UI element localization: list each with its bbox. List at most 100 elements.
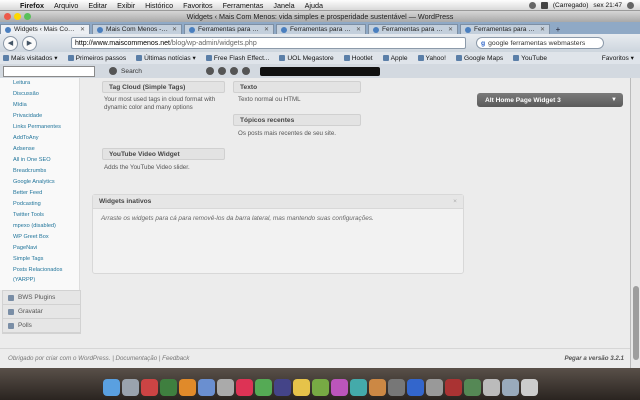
tab-mais-com-menos[interactable]: Mais Com Menos - Vid... ✕ [92, 24, 182, 34]
footer-credits[interactable]: Obrigado por criar com o WordPress. | Do… [8, 355, 189, 362]
tab-close-icon[interactable]: ✕ [448, 26, 453, 33]
url-bar[interactable]: http://www.maiscommenos.net/blog/wp-admi… [71, 37, 466, 49]
itunes-icon[interactable] [330, 378, 348, 396]
menu-simple-tags[interactable]: Simple Tags [13, 256, 43, 262]
dashboard-icon[interactable] [121, 378, 139, 396]
clock[interactable]: sex 21:47 [593, 2, 622, 9]
menu-historico[interactable]: Histórico [140, 1, 178, 10]
page-scrollbar[interactable] [630, 78, 640, 368]
bookmark-ultimas-noticias[interactable]: Últimas notícias ▾ [136, 54, 196, 62]
menu-yarpp[interactable]: (YARPP) [13, 277, 35, 283]
menu-gravatar[interactable]: Gravatar [3, 305, 80, 319]
system-prefs-icon[interactable] [387, 378, 405, 396]
app-icon-9[interactable] [406, 378, 424, 396]
scrollbar-thumb[interactable] [633, 286, 639, 360]
menu-bws-plugins[interactable]: BWS Plugins [3, 291, 80, 305]
trash-icon[interactable] [520, 378, 538, 396]
menu-mpexo[interactable]: mpexo (disabled) [13, 223, 56, 229]
toolbar-button-2-icon[interactable] [217, 67, 226, 75]
menu-favoritos[interactable]: Favoritos [178, 1, 218, 10]
bookmark-google-maps[interactable]: Google Maps [455, 55, 503, 62]
close-window-icon[interactable] [4, 13, 11, 20]
zoom-window-icon[interactable] [24, 13, 31, 20]
tab-ferramentas-3[interactable]: Ferramentas para web... ✕ [368, 24, 458, 34]
finder-icon[interactable] [102, 378, 120, 396]
app-icon-12[interactable] [463, 378, 481, 396]
menu-better-feed[interactable]: Better Feed [13, 190, 42, 196]
wifi-icon[interactable] [528, 1, 536, 9]
tab-close-icon[interactable]: ✕ [172, 26, 177, 33]
menu-twitter-tools[interactable]: Twitter Tools [13, 212, 44, 218]
battery-status[interactable]: (Carregado) [553, 2, 589, 9]
app-icon-4[interactable] [273, 378, 291, 396]
tab-ferramentas-1[interactable]: Ferramentas para web... ✕ [184, 24, 274, 34]
footer-upgrade-link[interactable]: Pegar a versão 3.2.1 [564, 355, 624, 362]
tab-close-icon[interactable]: ✕ [264, 26, 269, 33]
media-player-slider[interactable] [259, 66, 380, 76]
app-icon-5[interactable] [292, 378, 310, 396]
menu-breadcrumbs[interactable]: Breadcrumbs [13, 168, 46, 174]
bookmark-mais-visitados[interactable]: Mais visitados ▾ [3, 54, 58, 62]
bookmark-uol[interactable]: UOL Megastore [279, 55, 334, 62]
app-icon-8[interactable] [368, 378, 386, 396]
tab-close-icon[interactable]: ✕ [540, 26, 545, 33]
app-icon-7[interactable] [349, 378, 367, 396]
menu-ferramentas[interactable]: Ferramentas [218, 1, 269, 10]
menu-wp-greet-box[interactable]: WP Greet Box [13, 234, 49, 240]
menu-posts-relacionados[interactable]: Posts Relacionados [13, 267, 62, 273]
tab-widgets[interactable]: Widgets ‹ Mais Com Men... ✕ [0, 24, 90, 34]
menu-google-analytics[interactable]: Google Analytics [13, 179, 55, 185]
menu-app-firefox[interactable]: Firefox [15, 1, 49, 10]
widget-youtube[interactable]: YouTube Video Widget [102, 148, 225, 160]
bookmark-hootlet[interactable]: Hootlet [343, 55, 373, 62]
menu-janela[interactable]: Janela [268, 1, 299, 10]
menu-discussao[interactable]: Discussão [13, 91, 39, 97]
menu-polls[interactable]: Polls [3, 319, 80, 333]
menu-editar[interactable]: Editar [83, 1, 112, 10]
menu-addtoany[interactable]: AddToAny [13, 135, 39, 141]
toolbar-input[interactable] [3, 65, 95, 77]
bookmark-free-flash[interactable]: Free Flash Effect... [205, 55, 269, 62]
bookmark-yahoo[interactable]: Yahoo! [417, 55, 446, 62]
menu-adsense[interactable]: Adsense [13, 146, 35, 152]
back-icon[interactable]: ◀ [3, 35, 18, 51]
menu-midia[interactable]: Mídia [13, 102, 27, 108]
volume-icon[interactable] [540, 1, 548, 9]
widget-tag-cloud[interactable]: Tag Cloud (Simple Tags) [102, 81, 225, 93]
search-bar[interactable]: g google ferramentas webmasters [476, 37, 604, 49]
forward-icon[interactable]: ▶ [22, 35, 37, 51]
minimize-window-icon[interactable] [14, 13, 21, 20]
bookmark-primeiros-passos[interactable]: Primeiros passos [67, 55, 126, 62]
bookmark-favoritos[interactable]: Favoritos ▾ [602, 54, 634, 62]
firefox-dock-icon[interactable] [178, 378, 196, 396]
toolbar-search-label[interactable]: Search [121, 68, 142, 75]
menu-podcasting[interactable]: Podcasting [13, 201, 41, 207]
new-tab-icon[interactable]: + [552, 24, 564, 34]
tab-ferramentas-2[interactable]: Ferramentas para web... ✕ [276, 24, 366, 34]
menu-pagenavi[interactable]: PageNavi [13, 245, 37, 251]
app-icon-6[interactable] [311, 378, 329, 396]
downloads-stack-icon[interactable] [501, 378, 519, 396]
menu-all-in-one-seo[interactable]: All in One SEO [13, 157, 51, 163]
tab-close-icon[interactable]: ✕ [80, 26, 85, 33]
search-icon[interactable] [109, 67, 117, 75]
spotlight-icon[interactable] [627, 1, 634, 9]
toolbar-button-1-icon[interactable] [205, 67, 214, 75]
tab-close-icon[interactable]: ✕ [356, 26, 361, 33]
toolbar-button-3-icon[interactable] [229, 67, 238, 75]
app-icon-10[interactable] [425, 378, 443, 396]
app-icon-11[interactable] [444, 378, 462, 396]
bookmark-youtube[interactable]: YouTube [513, 55, 547, 62]
sidebar-alt-home-widget-3[interactable]: Alt Home Page Widget 3 ▼ [477, 93, 623, 107]
menu-arquivo[interactable]: Arquivo [49, 1, 83, 10]
menu-privacidade[interactable]: Privacidade [13, 113, 42, 119]
app-icon-1[interactable] [140, 378, 158, 396]
tab-ferramentas-4[interactable]: Ferramentas para web... ✕ [460, 24, 550, 34]
collapse-icon[interactable]: × [453, 198, 457, 205]
mail-icon[interactable] [216, 378, 234, 396]
safari-icon[interactable] [197, 378, 215, 396]
menu-links-permanentes[interactable]: Links Permanentes [13, 124, 61, 130]
toolbar-button-4-icon[interactable] [241, 67, 250, 75]
menu-ajuda[interactable]: Ajuda [300, 1, 328, 10]
menu-leitura[interactable]: Leitura [13, 80, 30, 86]
